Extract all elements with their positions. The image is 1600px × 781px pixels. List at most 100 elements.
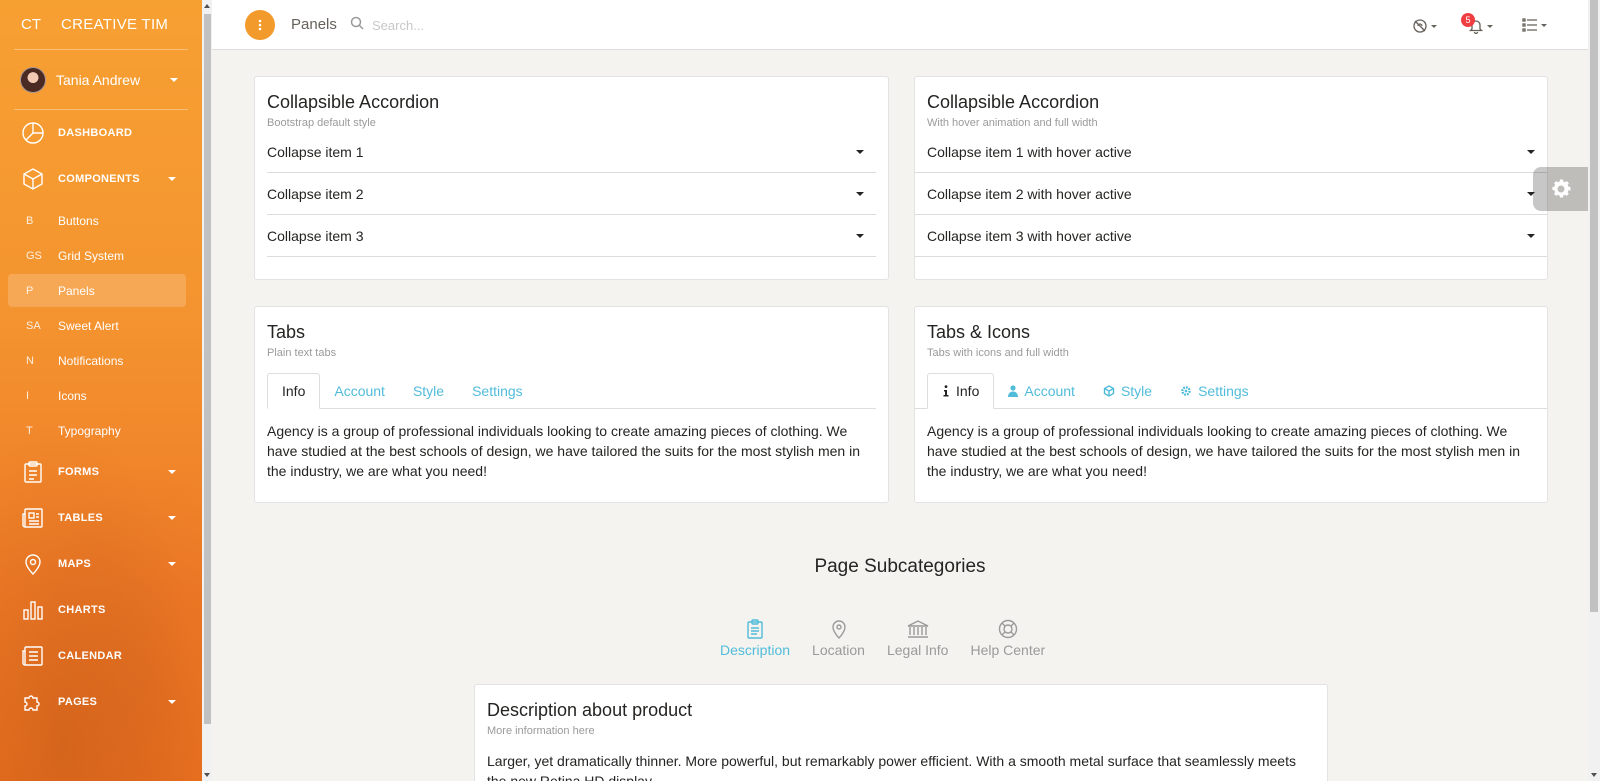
scrollbar-thumb[interactable] [1590,0,1598,612]
fixed-plugin-settings-button[interactable] [1533,167,1588,211]
user-icon [1008,384,1019,397]
sidebar-item-forms[interactable]: FORMS [0,449,202,495]
tabs-icons-card: Tabs & Icons Tabs with icons and full wi… [914,306,1548,503]
page-title[interactable]: Panels [291,16,337,33]
user-name[interactable]: Tania Andrew [56,72,140,88]
sidebar-item-label: DASHBOARD [58,127,133,139]
notifications-dropdown[interactable]: 5 [1461,13,1493,34]
scroll-up-arrow-icon[interactable] [204,4,210,8]
sidebar-item-pages[interactable]: PAGES [0,679,202,725]
sidebar-item-tables[interactable]: TABLES [0,495,202,541]
search-icon[interactable] [350,16,364,35]
tab-style[interactable]: Style [1089,373,1166,408]
puzzle-icon [20,689,46,715]
caret-down-icon [856,233,864,238]
sidebar-item-dashboard[interactable]: DASHBOARD [0,110,202,156]
tab-settings[interactable]: Settings [458,373,537,408]
tab-style[interactable]: Style [399,373,458,408]
scroll-down-arrow-icon[interactable] [1591,773,1597,777]
accordion-item[interactable]: Collapse item 2 [267,173,876,215]
tab-account[interactable]: Account [320,373,399,408]
tab-label: Info [956,383,980,399]
sidebar: CT CREATIVE TIM Tania Andrew DASHBOARD C… [0,0,202,781]
sidebar-subitem-buttons[interactable]: B Buttons [8,204,186,237]
accordion-item-label[interactable]: Collapse item 3 with hover active [927,228,1132,244]
accordion-item[interactable]: Collapse item 2 with hover active [915,173,1547,215]
top-navbar: Panels 5 [212,0,1588,50]
card-title: Tabs & Icons [927,322,1031,342]
clipboard-icon [20,459,46,485]
subitem-mini: T [26,424,33,437]
accordion-item-label[interactable]: Collapse item 2 [267,186,364,202]
subitem-label: Icons [58,388,87,403]
lifebuoy-icon [998,616,1018,642]
tab-info[interactable]: Info [267,373,321,409]
accordion-item[interactable]: Collapse item 3 [267,215,876,257]
info-icon [942,385,950,397]
sidebar-subitem-panels[interactable]: P Panels [8,274,186,307]
caret-down-icon [1527,149,1535,154]
tab-info[interactable]: Info [927,373,995,409]
sidebar-subitem-typography[interactable]: T Typography [8,414,186,447]
tab-account[interactable]: Account [994,373,1089,408]
sidebar-subitem-sweet-alert[interactable]: SA Sweet Alert [8,309,186,342]
sidebar-item-label: MAPS [58,558,91,570]
sidebar-item-maps[interactable]: MAPS [0,541,202,587]
subcategory-description[interactable]: Description [720,616,790,658]
card-text: Larger, yet dramatically thinner. More p… [487,753,1296,781]
stats-dropdown[interactable] [1412,18,1437,34]
minimize-sidebar-button[interactable] [245,10,275,40]
subcategory-location[interactable]: Location [812,616,865,658]
scroll-down-arrow-icon[interactable] [204,773,210,777]
sidebar-subitem-grid-system[interactable]: GS Grid System [8,239,186,272]
tab-bar: Info Account Style Settings [267,373,876,409]
accordion-item-label[interactable]: Collapse item 3 [267,228,364,244]
scrollbar-thumb[interactable] [204,14,211,724]
sidebar-item-label: PAGES [58,696,98,708]
sidebar-item-components[interactable]: COMPONENTS [0,156,202,202]
tab-label: Settings [1198,382,1249,399]
options-dropdown[interactable] [1522,18,1547,32]
accordion-item-label[interactable]: Collapse item 1 with hover active [927,144,1132,160]
chevron-down-icon [168,177,176,181]
user-profile[interactable]: Tania Andrew [14,50,188,110]
tab-settings[interactable]: Settings [1166,373,1263,408]
accordion-item[interactable]: Collapse item 3 with hover active [915,215,1547,257]
tab-label: Account [1024,382,1075,399]
subcategory-label: Description [720,642,791,658]
accordion-item-label[interactable]: Collapse item 2 with hover active [927,186,1132,202]
caret-down-icon [856,191,864,196]
sidebar-subitem-icons[interactable]: I Icons [8,379,186,412]
subitem-mini: SA [26,319,41,332]
cube-icon [20,166,46,192]
eye-slash-icon [1413,19,1427,33]
subcategory-legal-info[interactable]: Legal Info [887,616,948,658]
caret-down-icon [856,149,864,154]
subcategory-label: Help Center [970,642,1046,658]
subitem-mini: B [26,214,34,227]
sidebar-logo[interactable]: CT CREATIVE TIM [14,0,188,50]
caret-down-icon [1527,233,1535,238]
chevron-down-icon [1541,23,1547,27]
location-pin-icon [831,616,847,642]
list-icon [1522,18,1537,32]
subitem-mini: GS [26,249,42,262]
accordion-item[interactable]: Collapse item 1 [267,131,876,173]
sidebar-subitem-notifications[interactable]: N Notifications [8,344,186,377]
tabs-card: Tabs Plain text tabs Info Account Style … [254,306,889,503]
accordion-item[interactable]: Collapse item 1 with hover active [915,131,1547,173]
sidebar-scrollbar[interactable] [202,0,212,781]
bar-chart-icon [20,597,46,623]
subitem-mini: I [26,389,30,402]
subcategory-help-center[interactable]: Help Center [970,616,1045,658]
search-form [350,16,552,35]
gear-icon [1180,385,1192,397]
sidebar-item-calendar[interactable]: CALENDAR [0,633,202,679]
search-input[interactable] [372,18,552,33]
sidebar-item-label: CALENDAR [58,650,123,662]
sidebar-item-charts[interactable]: CHARTS [0,587,202,633]
main-scrollbar[interactable] [1588,0,1600,781]
logo-mini[interactable]: CT [21,16,41,33]
accordion-item-label[interactable]: Collapse item 1 [267,144,364,160]
logo-text[interactable]: CREATIVE TIM [61,16,168,33]
